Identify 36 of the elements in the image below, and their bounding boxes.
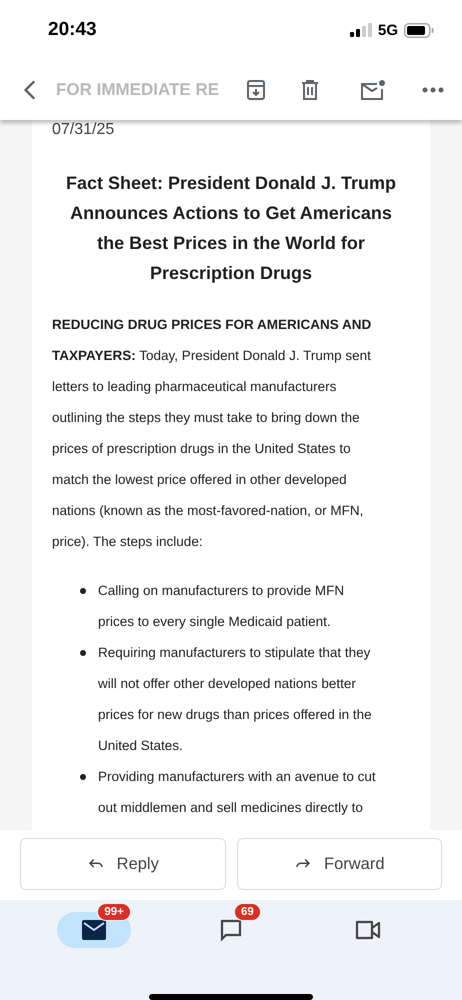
body-text-line: prices of prescription drugs in the United States to	[52, 440, 352, 458]
body-text-line: REDUCING DRUG PRICES FOR AMERICANS AND	[52, 316, 372, 334]
bullet-dot	[80, 774, 86, 780]
bullet-dot	[80, 588, 86, 594]
status-time: 20:43	[48, 19, 97, 41]
bullet-text-line: prices for new drugs than prices offered in the	[98, 706, 372, 724]
video-camera-icon	[354, 920, 381, 940]
reply-button[interactable]: Reply	[20, 838, 226, 890]
bullet-text-line: Providing manufacturers with an avenue to cut	[98, 768, 376, 786]
network-type: 5G	[378, 22, 398, 38]
body-text-line: outlining the steps they must take to bring down the	[52, 409, 361, 427]
body-text-line: TAXPAYERS: Today, President Donald J. Trump sent	[52, 347, 372, 365]
more-dots-icon	[422, 87, 444, 93]
mail-icon	[82, 920, 106, 940]
bullet-dot	[80, 650, 86, 656]
battery-icon	[404, 22, 434, 38]
envelope-dot-icon	[360, 78, 386, 102]
bullet-text-line: United States.	[98, 737, 184, 755]
bullet-text-line: out middlemen and sell medicines directly to	[98, 799, 364, 817]
body-text-line: match the lowest price offered in other developed	[52, 471, 348, 489]
bullet-text-line: Calling on manufacturers to provide MFN	[98, 582, 344, 600]
email-date: 07/31/25	[52, 120, 116, 140]
bullet-text-line: Requiring manufacturers to stipulate that they	[98, 644, 372, 662]
body-text-line: price). The steps include:	[52, 533, 204, 551]
forward-button[interactable]: Forward	[236, 838, 442, 890]
faded-heading: FOR IMMEDIATE RE	[56, 80, 220, 100]
count-badge: 69	[234, 903, 261, 921]
chat-bubble-icon	[218, 918, 243, 942]
bullet-text-line: prices to every single Medicaid patient.	[98, 613, 332, 631]
body-text-line: nations (known as the most-favored-nation, or MFN,	[52, 502, 364, 520]
email-title: Fact Sheet: President Donald J. Trump Announces Actions to Get Americans the Best Prices in the World for Prescription Drugs	[64, 172, 398, 285]
signal-icon	[350, 23, 372, 37]
archive-icon	[244, 78, 268, 102]
body-text-line: letters to leading pharmaceutical manufacturers	[52, 378, 338, 396]
count-badge: 99+	[97, 903, 131, 921]
bullet-text-line: will not offer other developed nations better	[98, 675, 357, 693]
